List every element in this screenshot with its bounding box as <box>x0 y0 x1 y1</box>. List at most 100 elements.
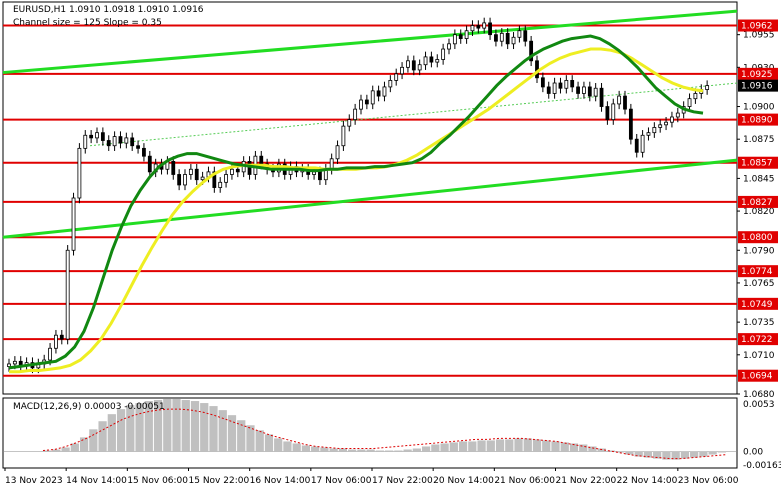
candle-body <box>177 174 182 186</box>
macd-bar <box>116 409 126 452</box>
y-tick-label: 1.0875 <box>743 135 775 145</box>
candle-body <box>582 86 586 94</box>
candle-body <box>7 363 11 367</box>
macd-bar <box>61 447 70 452</box>
macd-bar <box>181 400 190 452</box>
candle-body <box>200 176 205 181</box>
macd-bar <box>449 442 458 452</box>
macd-bar <box>579 444 588 452</box>
candle-body <box>499 32 504 42</box>
macd-bar <box>486 440 495 452</box>
candle-body <box>517 30 522 38</box>
candle-body <box>628 108 633 140</box>
y-tick-label: 1.0845 <box>743 174 775 184</box>
macd-bar <box>403 449 412 452</box>
candle-body <box>558 82 563 89</box>
candle-body <box>218 181 223 188</box>
candle-body <box>658 124 663 128</box>
y-tick-label: 1.0955 <box>743 31 775 41</box>
macd-bar <box>52 449 61 452</box>
candle-body <box>347 119 352 127</box>
candle-body <box>576 86 580 94</box>
macd-bar <box>98 421 107 452</box>
candle-body <box>435 59 440 63</box>
candle-body <box>171 161 176 175</box>
macd-bar <box>283 441 292 452</box>
y-tick-label: 1.0735 <box>743 318 775 328</box>
candle-body <box>312 171 316 175</box>
macd-bar <box>717 451 726 453</box>
candle-body <box>423 56 428 66</box>
candle-body <box>476 25 481 29</box>
candle-body <box>71 197 76 251</box>
candle-body <box>118 136 123 144</box>
macd-bar <box>551 441 560 452</box>
candle-body <box>247 161 252 175</box>
channel-lower-line <box>2 158 738 239</box>
candle-body <box>417 64 422 71</box>
candle-body <box>370 90 375 105</box>
candle-body <box>388 80 393 88</box>
macd-bar <box>264 434 274 452</box>
candle-body <box>470 25 475 32</box>
price-chart[interactable]: 1.09551.09301.09001.08751.08451.08201.07… <box>0 0 781 489</box>
candle-body <box>100 132 105 141</box>
macd-bar <box>126 405 135 452</box>
channel-info: Channel size = 125 Slope = 0.35 <box>13 18 162 28</box>
candle-body <box>89 134 94 139</box>
last-price-label: 1.0916 <box>741 82 773 92</box>
y-tick-label: 1.0680 <box>743 390 775 400</box>
candle-body <box>523 30 528 42</box>
candle-body <box>112 136 117 147</box>
candle-body <box>540 77 545 88</box>
x-tick-label: 15 Nov 06:00 <box>127 476 188 486</box>
candle-body <box>147 155 152 173</box>
macd-bar <box>274 438 283 452</box>
candle-body <box>605 106 610 120</box>
candle-body <box>65 249 70 340</box>
macd-bar <box>292 443 301 452</box>
candle-body <box>494 34 498 42</box>
macd-bar <box>311 446 320 452</box>
macd-bar <box>227 415 237 452</box>
x-tick-label: 16 Nov 14:00 <box>250 476 311 486</box>
candle-body <box>230 168 234 175</box>
candle-body <box>136 145 140 149</box>
macd-bar <box>89 429 98 452</box>
candle-body <box>235 168 240 173</box>
macd-bar <box>366 449 375 452</box>
candle-body <box>130 137 135 147</box>
candle-body <box>488 22 492 36</box>
candle-body <box>599 87 604 107</box>
macd-bar <box>385 450 394 452</box>
macd-bar <box>394 450 403 452</box>
candle-body <box>224 174 228 183</box>
candle-body <box>441 48 446 60</box>
candle-body <box>464 30 469 39</box>
candle-body <box>335 145 340 160</box>
level-label: 1.0827 <box>741 198 773 208</box>
macd-bar <box>79 437 89 452</box>
macd-bar <box>431 444 440 452</box>
candle-body <box>54 334 58 349</box>
macd-bar <box>172 399 181 452</box>
macd-bar <box>200 403 209 452</box>
level-label: 1.0962 <box>741 22 773 32</box>
candle-body <box>406 60 410 68</box>
candle-body <box>693 93 698 100</box>
candle-body <box>617 95 622 105</box>
candle-body <box>505 32 510 45</box>
level-label: 1.0857 <box>741 159 773 169</box>
candle-body <box>670 116 674 123</box>
ma-slow-line <box>9 47 704 374</box>
candle-body <box>611 103 616 120</box>
candle-body <box>353 108 358 121</box>
y-tick-label: 1.0900 <box>743 103 775 113</box>
candle-body <box>429 56 434 63</box>
candle-body <box>318 171 322 181</box>
candle-body <box>705 85 710 90</box>
macd-bar <box>412 448 421 452</box>
macd-bar <box>505 439 514 452</box>
candle-body <box>593 87 598 97</box>
macd-bar <box>440 443 449 452</box>
